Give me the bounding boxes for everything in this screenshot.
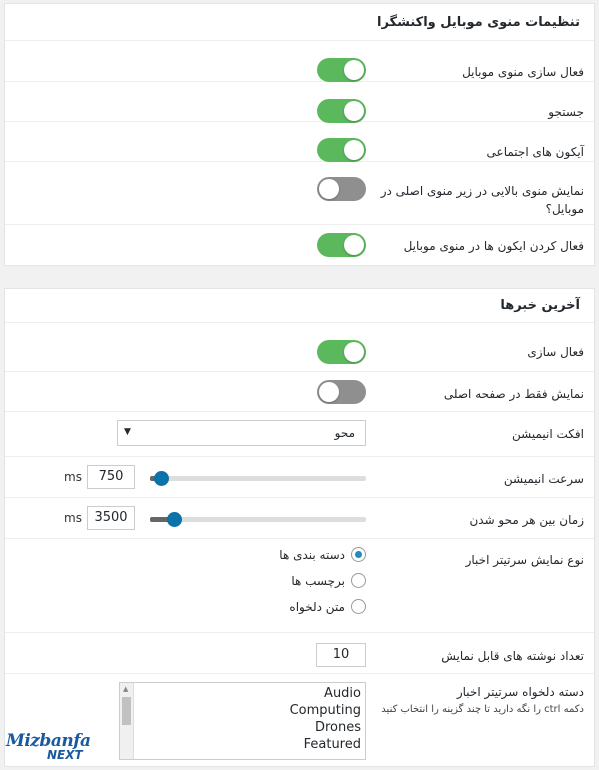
select-value: محو bbox=[334, 426, 355, 440]
list-item[interactable]: Computing bbox=[290, 702, 361, 719]
setting-label: فعال کردن ایکون ها در منوی موبایل bbox=[403, 239, 584, 253]
setting-row: فعال سازی bbox=[5, 323, 594, 372]
fade-interval-slider[interactable] bbox=[150, 512, 366, 527]
radio-label: برچسب ها bbox=[291, 573, 345, 588]
animation-speed-slider[interactable] bbox=[150, 471, 366, 486]
radio-label: متن دلخواه bbox=[289, 599, 345, 614]
enable-news-toggle[interactable] bbox=[317, 340, 366, 364]
custom-categories-listbox[interactable]: ▲ Audio Computing Drones Featured bbox=[119, 682, 366, 760]
setting-row: جستجو bbox=[5, 82, 594, 123]
radio-option-custom-text[interactable]: متن دلخواه bbox=[289, 599, 366, 614]
toggle-knob bbox=[319, 179, 339, 199]
setting-label: آیکون های اجتماعی bbox=[486, 145, 584, 159]
breaking-news-panel: آخرین خبرها فعال سازی نمایش فقط در صفحه … bbox=[4, 288, 595, 767]
mizbanfa-logo: Mizbanfa NEXT bbox=[6, 731, 92, 765]
radio-label: دسته بندی ها bbox=[279, 547, 345, 562]
setting-row: افکت انیمیشن محو ▼ bbox=[5, 412, 594, 457]
setting-row: سرعت انیمیشن ms 750 bbox=[5, 457, 594, 498]
toggle-knob bbox=[344, 342, 364, 362]
enable-mobile-menu-toggle[interactable] bbox=[317, 58, 366, 82]
setting-row: آیکون های اجتماعی bbox=[5, 122, 594, 162]
list-item[interactable]: Audio bbox=[290, 685, 361, 702]
custom-categories-label: دسته دلخواه سرتیتر اخبار bbox=[456, 685, 584, 699]
radio-button[interactable] bbox=[351, 599, 366, 614]
toggle-knob bbox=[344, 60, 364, 80]
radio-option-categories[interactable]: دسته بندی ها bbox=[279, 547, 366, 562]
setting-row: زمان بین هر محو شدن ms 3500 bbox=[5, 498, 594, 539]
radio-option-tags[interactable]: برچسب ها bbox=[291, 573, 366, 588]
setting-label: زمان بین هر محو شدن bbox=[469, 513, 584, 527]
animation-speed-input[interactable]: 750 bbox=[87, 465, 135, 489]
scrollbar[interactable]: ▲ bbox=[120, 683, 134, 759]
slider-thumb[interactable] bbox=[153, 471, 169, 486]
setting-label: سرعت انیمیشن bbox=[503, 472, 584, 486]
section-title: آخرین خبرها bbox=[5, 289, 594, 323]
radio-button[interactable] bbox=[351, 573, 366, 588]
toggle-knob bbox=[344, 101, 364, 121]
setting-label: افکت انیمیشن bbox=[512, 427, 584, 441]
scrollbar-thumb[interactable] bbox=[122, 697, 131, 725]
social-icons-toggle[interactable] bbox=[317, 138, 366, 162]
setting-label: دسته دلخواه سرتیتر اخبار دکمه ctrl را نگ… bbox=[359, 683, 584, 719]
top-menu-below-main-toggle[interactable] bbox=[317, 177, 366, 201]
toggle-knob bbox=[319, 382, 339, 402]
setting-row: تعداد نوشته های قابل نمایش 10 bbox=[5, 633, 594, 674]
setting-row: فعال کردن ایکون ها در منوی موبایل bbox=[5, 225, 594, 266]
setting-row: نمایش منوی بالایی در زیر منوی اصلی در مو… bbox=[5, 162, 594, 225]
setting-label: نمایش منوی بالایی در زیر منوی اصلی در مو… bbox=[380, 184, 584, 216]
listbox-items: Audio Computing Drones Featured bbox=[290, 685, 361, 753]
mobile-menu-settings-panel: تنظیمات منوی موبایل واکنشگرا فعال سازی م… bbox=[4, 3, 595, 266]
section-title: تنظیمات منوی موبایل واکنشگرا bbox=[5, 4, 594, 41]
unit-label: ms bbox=[64, 511, 82, 525]
setting-row: فعال سازی منوی موبایل bbox=[5, 41, 594, 82]
setting-label: نوع نمایش سرتیتر اخبار bbox=[465, 553, 584, 567]
post-count-input[interactable]: 10 bbox=[316, 643, 366, 667]
unit-label: ms bbox=[64, 470, 82, 484]
setting-label: نمایش فقط در صفحه اصلی bbox=[443, 387, 584, 401]
fade-interval-input[interactable]: 3500 bbox=[87, 506, 135, 530]
setting-row: نوع نمایش سرتیتر اخبار دسته بندی ها برچس… bbox=[5, 539, 594, 633]
toggle-knob bbox=[344, 235, 364, 255]
list-item[interactable]: Featured bbox=[290, 736, 361, 753]
toggle-knob bbox=[344, 140, 364, 160]
homepage-only-toggle[interactable] bbox=[317, 380, 366, 404]
setting-label: فعال سازی منوی موبایل bbox=[462, 65, 584, 79]
chevron-down-icon: ▼ bbox=[124, 427, 131, 437]
setting-label: تعداد نوشته های قابل نمایش bbox=[441, 649, 584, 663]
logo-subtext: NEXT bbox=[47, 748, 83, 762]
scroll-up-icon[interactable]: ▲ bbox=[123, 685, 128, 693]
mobile-menu-icons-toggle[interactable] bbox=[317, 233, 366, 257]
list-item[interactable]: Drones bbox=[290, 719, 361, 736]
help-text: دکمه ctrl را نگه دارید تا چند گزینه را ا… bbox=[381, 704, 584, 715]
setting-row: دسته دلخواه سرتیتر اخبار دکمه ctrl را نگ… bbox=[5, 674, 594, 768]
setting-row: نمایش فقط در صفحه اصلی bbox=[5, 372, 594, 412]
radio-button[interactable] bbox=[351, 547, 366, 562]
slider-thumb[interactable] bbox=[166, 512, 182, 527]
search-toggle[interactable] bbox=[317, 99, 366, 123]
setting-label: فعال سازی bbox=[527, 345, 584, 359]
animation-effect-select[interactable]: محو ▼ bbox=[117, 420, 366, 446]
setting-label: جستجو bbox=[548, 105, 584, 119]
